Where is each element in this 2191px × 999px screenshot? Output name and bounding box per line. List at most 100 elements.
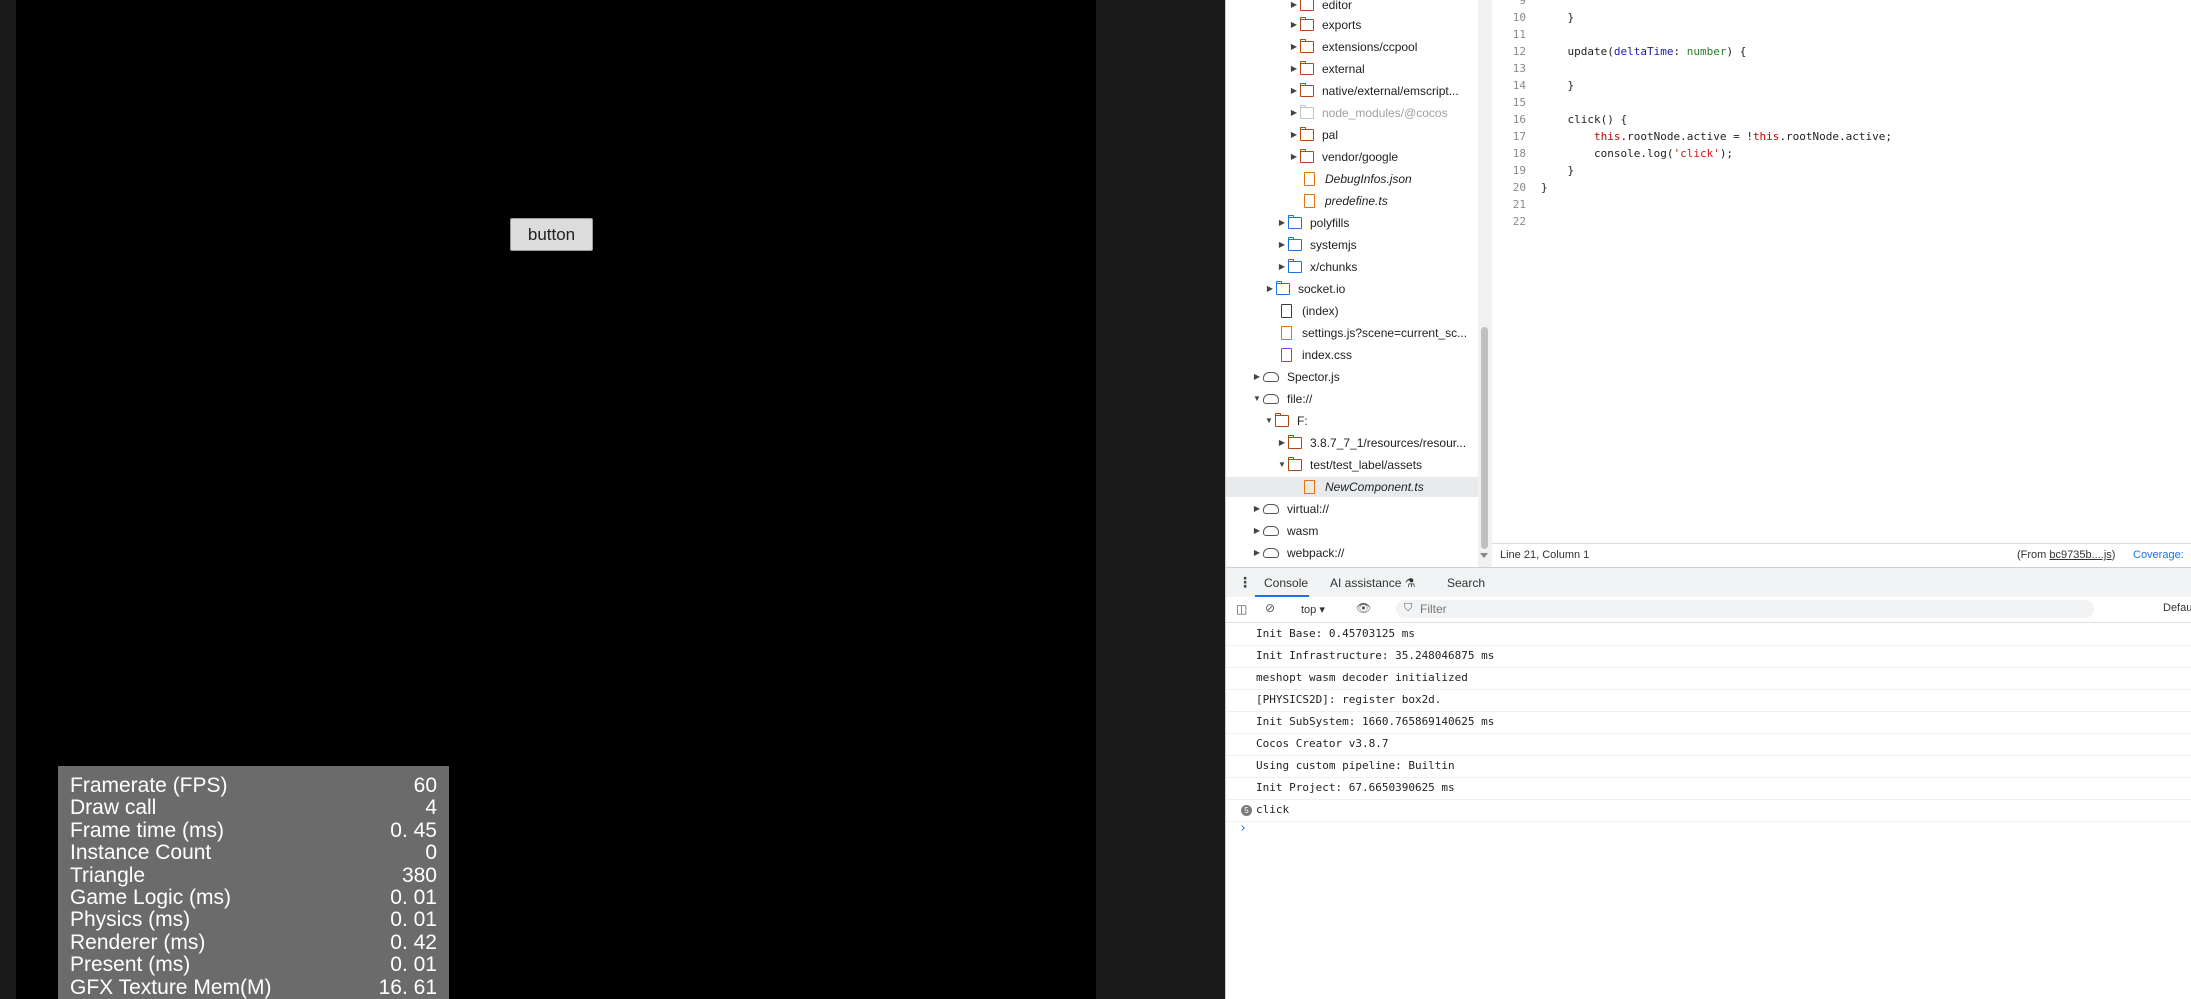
- expand-arrow-icon[interactable]: ▶: [1251, 521, 1263, 541]
- folder-icon: [1288, 237, 1302, 251]
- filter-input[interactable]: ⛉ Filter: [1396, 600, 2094, 618]
- stat-label: Game Logic (ms): [70, 885, 232, 909]
- collapse-arrow-icon[interactable]: ▼: [1276, 455, 1288, 475]
- tree-item-label: socket.io: [1298, 282, 1346, 296]
- expand-arrow-icon[interactable]: ▶: [1288, 15, 1300, 35]
- message-text: Cocos Creator v3.8.7: [1256, 737, 1389, 750]
- expand-arrow-icon[interactable]: ▶: [1264, 279, 1276, 299]
- stat-row: Renderer (ms) 0. 42: [70, 931, 437, 954]
- console-prompt[interactable]: ›: [1239, 821, 1247, 836]
- console-message: [PHYSICS2D]: register box2d.: [1226, 689, 2191, 712]
- stat-value: 0. 01: [390, 908, 437, 932]
- expand-arrow-icon[interactable]: ▶: [1276, 257, 1288, 277]
- code-text: update(: [1541, 45, 1614, 58]
- coverage-link[interactable]: Coverage:: [2133, 549, 2184, 561]
- code-line: 10 }: [1492, 9, 1574, 26]
- tree-item-label: (index): [1302, 304, 1339, 318]
- collapse-arrow-icon[interactable]: ▼: [1251, 389, 1263, 409]
- devtools-panel: ▶ editor ▶ exports ▶ extensions/ccpool ▶ ext…: [1225, 0, 2191, 999]
- file-icon: [1281, 348, 1292, 362]
- expand-arrow-icon[interactable]: ▶: [1288, 125, 1300, 145]
- eye-icon[interactable]: 👁: [1356, 601, 1371, 615]
- tab-search[interactable]: Search: [1447, 576, 1485, 590]
- stat-row: Instance Count 0: [70, 841, 437, 865]
- tree-item[interactable]: ▶ Spector.js: [1226, 367, 1501, 387]
- code-param: deltaTime: [1613, 45, 1674, 58]
- scroll-down-arrow-icon[interactable]: [1480, 553, 1488, 558]
- tree-item[interactable]: ▼ file://: [1226, 389, 1501, 409]
- stat-value: 0. 01: [390, 953, 437, 977]
- code-line: 22: [1492, 213, 1541, 230]
- expand-arrow-icon[interactable]: ▶: [1251, 367, 1263, 387]
- folder-icon: [1300, 105, 1314, 119]
- tree-item-label: extensions/ccpool: [1322, 40, 1418, 54]
- expand-arrow-icon[interactable]: ▶: [1288, 147, 1300, 167]
- folder-icon: [1300, 127, 1314, 141]
- log-levels-dropdown[interactable]: Defau: [2163, 602, 2191, 614]
- tree-item-label: NewComponent.ts: [1325, 480, 1424, 494]
- game-button[interactable]: button: [510, 218, 593, 251]
- folder-icon: [1288, 215, 1302, 229]
- context-selector[interactable]: top ▾: [1301, 603, 1325, 616]
- stat-value: 4: [425, 796, 437, 820]
- tree-item-label: node_modules/@cocos: [1322, 106, 1448, 120]
- expand-arrow-icon[interactable]: ▶: [1251, 543, 1263, 563]
- stat-row: Triangle 380: [70, 863, 437, 887]
- code-keyword: this: [1752, 130, 1780, 143]
- tab-console[interactable]: Console: [1264, 576, 1308, 590]
- stat-value: 0: [425, 841, 437, 865]
- collapse-arrow-icon[interactable]: ▼: [1263, 411, 1275, 431]
- file-icon: [1304, 194, 1315, 208]
- folder-icon: [1300, 83, 1314, 97]
- filter-icon: ⛉: [1404, 602, 1413, 614]
- code-line: 16 click() {: [1492, 111, 1627, 128]
- expand-arrow-icon[interactable]: ▶: [1276, 433, 1288, 453]
- sources-navigator: ▶ editor ▶ exports ▶ extensions/ccpool ▶ ext…: [1226, 0, 1554, 567]
- tree-item-label: editor: [1322, 0, 1353, 12]
- tree-item[interactable]: ▶ virtual://: [1226, 499, 1501, 519]
- file-icon: [1304, 480, 1315, 494]
- line-number: 11: [1512, 28, 1526, 41]
- code-text: }: [1541, 181, 1548, 194]
- source-origin-link[interactable]: bc9735b....js: [2049, 549, 2111, 561]
- expand-arrow-icon[interactable]: ▶: [1288, 0, 1300, 15]
- tree-item-label: vendor/google: [1322, 150, 1399, 164]
- tab-ai-assistance[interactable]: AI assistance ⚗: [1330, 576, 1415, 590]
- tree-item-label: test/test_label/assets: [1310, 458, 1423, 472]
- tree-item-label: 3.8.7_7_1/resources/resour...: [1310, 436, 1467, 450]
- expand-arrow-icon[interactable]: ▶: [1251, 499, 1263, 519]
- tree-item[interactable]: ▼ F:: [1226, 411, 1513, 431]
- message-text: meshopt wasm decoder initialized: [1256, 671, 1468, 684]
- expand-arrow-icon[interactable]: ▶: [1288, 37, 1300, 57]
- expand-arrow-icon[interactable]: ▶: [1288, 81, 1300, 101]
- folder-icon: [1276, 281, 1290, 295]
- console-message: Cocos Creator v3.8.7: [1226, 733, 2191, 756]
- tree-item[interactable]: ▶ socket.io: [1226, 279, 1514, 299]
- stat-value: 380: [401, 863, 437, 887]
- tree-item-label: predefine.ts: [1325, 194, 1388, 208]
- tree-item[interactable]: ▶ wasm: [1226, 521, 1501, 541]
- expand-arrow-icon[interactable]: ▶: [1288, 103, 1300, 123]
- context-value: top: [1301, 604, 1317, 616]
- tree-item[interactable]: ▶ webpack://: [1226, 543, 1501, 563]
- scrollbar-thumb[interactable]: [1481, 327, 1488, 549]
- clear-console-icon[interactable]: ⊘: [1265, 601, 1275, 615]
- sidebar-toggle-icon[interactable]: ◫: [1236, 602, 1247, 616]
- tab-ai-assistance-label: AI assistance: [1330, 576, 1402, 590]
- code-text: console.log(: [1541, 147, 1674, 160]
- code-line: 12 update(deltaTime: number) {: [1492, 43, 1747, 60]
- expand-arrow-icon[interactable]: ▶: [1276, 235, 1288, 255]
- console-message: Init SubSystem: 1660.765869140625 ms: [1226, 711, 2191, 734]
- navigator-scrollbar[interactable]: [1478, 0, 1492, 567]
- stat-value: 16. 61: [378, 975, 437, 999]
- stat-label: Framerate (FPS): [70, 774, 228, 797]
- folder-icon: [1288, 259, 1302, 273]
- more-options-icon[interactable]: ⋮: [1238, 574, 1252, 591]
- tree-item-label: exports: [1322, 18, 1362, 32]
- expand-arrow-icon[interactable]: ▶: [1276, 213, 1288, 233]
- folder-icon: [1288, 457, 1302, 471]
- code-editor[interactable]: 9 10 } 11 12 update(deltaTime: number) {…: [1492, 0, 2191, 543]
- flask-icon: ⚗: [1404, 576, 1416, 590]
- expand-arrow-icon[interactable]: ▶: [1288, 59, 1300, 79]
